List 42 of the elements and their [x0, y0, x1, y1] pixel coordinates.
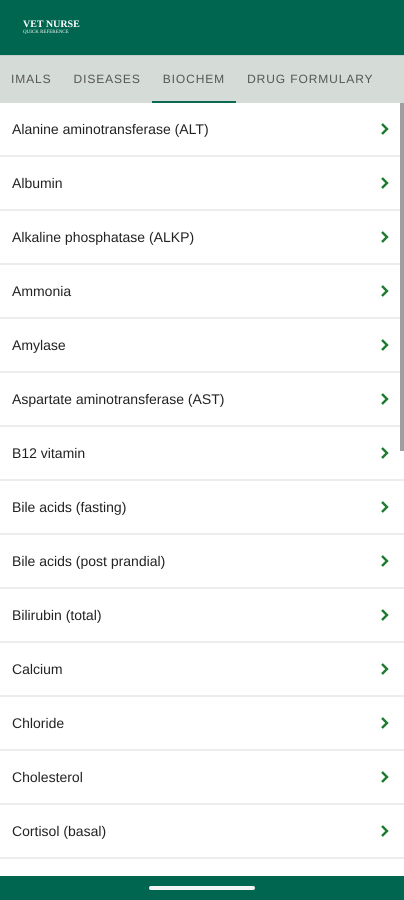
item-label: Cholesterol [12, 769, 83, 785]
list-item[interactable]: Cholesterol [0, 751, 404, 805]
item-label: Alanine aminotransferase (ALT) [12, 121, 209, 137]
chevron-right-icon [380, 447, 390, 459]
chevron-right-icon [380, 609, 390, 621]
list-item[interactable]: Calcium [0, 643, 404, 697]
list-item[interactable]: Cortisol (basal) [0, 805, 404, 859]
chevron-right-icon [380, 231, 390, 243]
item-label: Alkaline phosphatase (ALKP) [12, 229, 194, 245]
item-label: Ammonia [12, 283, 72, 299]
list-item[interactable]: Bile acids (post prandial) [0, 535, 404, 589]
item-label: Amylase [12, 337, 66, 353]
chevron-right-icon [380, 285, 390, 297]
chevron-right-icon [380, 123, 390, 135]
chevron-right-icon [380, 393, 390, 405]
chevron-right-icon [380, 771, 390, 783]
item-label: Albumin [12, 175, 63, 191]
list-item[interactable]: Bile acids (fasting) [0, 481, 404, 535]
chevron-right-icon [380, 339, 390, 351]
tab[interactable]: BIOCHEM [152, 56, 236, 103]
list-item[interactable]: Chloride [0, 697, 404, 751]
item-label: Aspartate aminotransferase (AST) [12, 391, 224, 407]
scrollbar[interactable] [400, 103, 404, 451]
chevron-right-icon [380, 717, 390, 729]
item-label: Calcium [12, 661, 63, 677]
chevron-right-icon [380, 555, 390, 567]
item-label: Bilirubin (total) [12, 607, 102, 623]
item-label: Bile acids (fasting) [12, 499, 126, 515]
item-label: Cortisol (basal) [12, 823, 106, 839]
tab[interactable]: DISEASES [62, 56, 152, 103]
tab[interactable]: DRUG FORMULARY [236, 56, 384, 103]
chevron-right-icon [380, 825, 390, 837]
chevron-right-icon [380, 177, 390, 189]
app-title: VET NURSE [23, 19, 80, 30]
list-item[interactable]: Bilirubin (total) [0, 589, 404, 643]
chevron-right-icon [380, 501, 390, 513]
item-label: B12 vitamin [12, 445, 86, 461]
item-label: Bile acids (post prandial) [12, 553, 166, 569]
home-indicator[interactable] [149, 886, 255, 890]
item-label: Chloride [12, 715, 64, 731]
tab[interactable]: IMALS [0, 56, 63, 103]
chevron-right-icon [380, 663, 390, 675]
